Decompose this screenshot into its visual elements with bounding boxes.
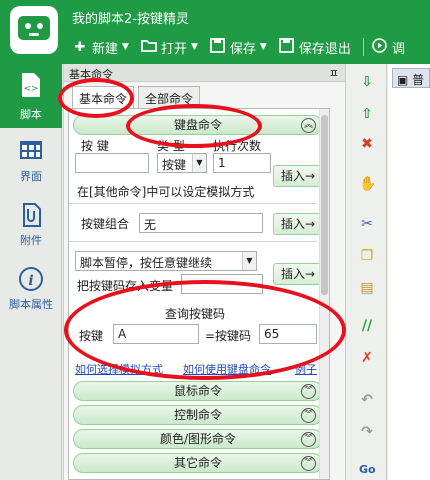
- expand-icon: ︾: [301, 456, 316, 471]
- save-button[interactable]: 保存 ▼: [210, 37, 267, 57]
- pause-command-select[interactable]: 脚本暂停，按任意键继续 ▼: [75, 251, 257, 271]
- grid-window-icon: [20, 141, 42, 159]
- debug-button[interactable]: 调: [372, 37, 405, 57]
- info-icon: i: [19, 267, 43, 291]
- delete-icon[interactable]: ✖: [359, 136, 375, 152]
- copy-icon[interactable]: ❐: [359, 248, 375, 264]
- chevron-down-icon: ▼: [259, 42, 267, 52]
- simulation-hint: 在[其他命令]中可以设定模拟方式: [77, 185, 255, 199]
- chevron-down-icon: ▼: [190, 42, 198, 52]
- key-input[interactable]: [75, 153, 149, 173]
- nav-item-script[interactable]: <> 脚本: [0, 64, 62, 128]
- open-button[interactable]: 打开 ▼: [141, 38, 198, 57]
- left-nav: <> 脚本 界面 附件 i 脚本属性: [0, 64, 62, 480]
- floppy-disk-icon: [279, 37, 295, 57]
- floppy-disk-icon: [210, 37, 226, 57]
- paperclip-document-icon: [23, 203, 41, 227]
- svg-text:i: i: [28, 273, 33, 289]
- window-icon: ▣: [397, 73, 409, 87]
- repeat-times-input[interactable]: 1: [213, 153, 271, 173]
- expand-icon: ︾: [301, 408, 316, 423]
- insert-pause-button[interactable]: 插入→: [273, 263, 323, 285]
- chevron-down-icon: ▼: [242, 252, 256, 270]
- divider: [69, 203, 317, 204]
- expand-icon: ︾: [301, 384, 316, 399]
- chevron-down-icon: ▼: [122, 42, 129, 52]
- key-type-select[interactable]: 按键 ▼: [157, 153, 207, 173]
- comment-icon[interactable]: //: [359, 318, 375, 334]
- color-graphics-commands-group[interactable]: 颜色/图形命令 ︾: [73, 429, 323, 449]
- new-button[interactable]: ✚ 新建 ▼: [72, 38, 129, 57]
- window-title: 我的脚本2-按键精灵: [72, 12, 189, 27]
- mouse-commands-group[interactable]: 鼠标命令 ︾: [73, 381, 323, 401]
- key-column-label: 按 键: [81, 139, 109, 153]
- collapse-icon: ︽: [301, 118, 316, 133]
- script-editor: ▣ 普: [388, 64, 430, 480]
- annotation-oval: [58, 78, 134, 118]
- svg-text:<>: <>: [23, 84, 38, 94]
- toolbar-divider: [362, 38, 364, 56]
- goto-icon[interactable]: Go: [359, 462, 376, 478]
- combo-label: 按键组合: [81, 217, 130, 231]
- folder-icon: [141, 39, 157, 56]
- paste-icon[interactable]: ▤: [359, 280, 375, 296]
- other-commands-group[interactable]: 其它命令 ︾: [73, 453, 323, 473]
- hand-icon[interactable]: ✋: [359, 176, 376, 192]
- control-commands-group[interactable]: 控制命令 ︾: [73, 405, 323, 425]
- scrollbar-thumb[interactable]: [321, 115, 328, 295]
- annotation-oval: [126, 104, 262, 148]
- nav-item-attachments[interactable]: 附件: [0, 194, 62, 258]
- editor-tab[interactable]: ▣ 普: [392, 68, 430, 88]
- script-file-icon: <>: [22, 73, 40, 97]
- pin-icon[interactable]: ㅍ: [329, 65, 339, 81]
- save-exit-button[interactable]: 保存退出: [279, 37, 351, 57]
- move-up-icon[interactable]: ⇧: [359, 106, 375, 122]
- insert-combo-button[interactable]: 插入→: [273, 213, 323, 235]
- title-bar: 我的脚本2-按键精灵 ✚ 新建 ▼ 打开 ▼ 保存 ▼ 保存退出 调: [0, 0, 430, 64]
- expand-icon: ︾: [301, 432, 316, 447]
- play-icon: [372, 37, 388, 57]
- nav-item-script-properties[interactable]: i 脚本属性: [0, 258, 62, 322]
- plus-icon: ✚: [74, 39, 86, 55]
- nav-item-ui[interactable]: 界面: [0, 130, 62, 194]
- divider: [69, 241, 317, 242]
- uncomment-icon[interactable]: ✗: [359, 350, 375, 366]
- move-down-icon[interactable]: ⇩: [359, 74, 375, 90]
- main-toolbar: ✚ 新建 ▼ 打开 ▼ 保存 ▼ 保存退出 调: [72, 36, 417, 58]
- redo-icon[interactable]: ↷: [359, 424, 375, 440]
- annotation-oval: [64, 280, 346, 380]
- app-logo-icon: [10, 6, 58, 54]
- chevron-down-icon: ▼: [192, 154, 206, 172]
- combo-input[interactable]: 无: [139, 213, 263, 233]
- insert-key-button[interactable]: 插入→: [273, 165, 323, 187]
- cut-icon[interactable]: ✂: [359, 216, 375, 232]
- vertical-scrollbar[interactable]: [319, 109, 329, 479]
- edit-toolstrip: ⇩ ⇧ ✖ ✋ ✂ ❐ ▤ // ✗ ↶ ↷ Go: [345, 64, 387, 480]
- undo-icon[interactable]: ↶: [359, 392, 375, 408]
